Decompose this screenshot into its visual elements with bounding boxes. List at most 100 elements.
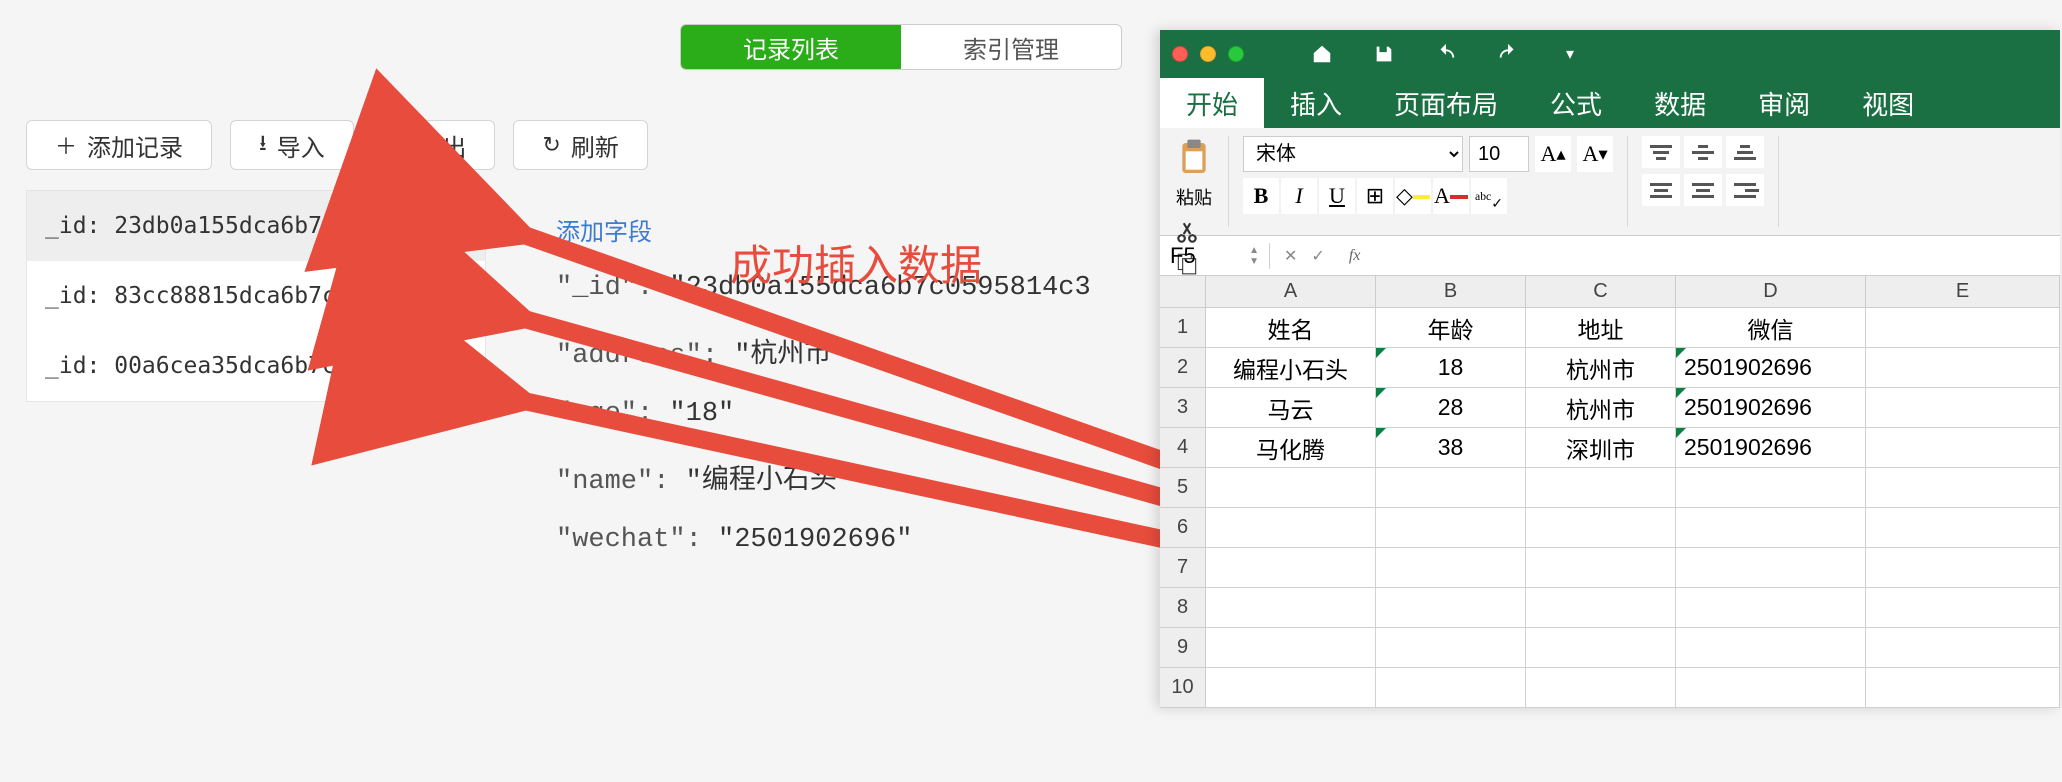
export-button[interactable]: ⭱导出 — [372, 120, 496, 170]
cell[interactable] — [1866, 428, 2060, 468]
cell[interactable] — [1866, 308, 2060, 348]
cell[interactable] — [1206, 508, 1376, 548]
cell[interactable]: 杭州市 — [1526, 388, 1676, 428]
align-center-button[interactable] — [1684, 174, 1722, 206]
ribbon-tab-home[interactable]: 开始 — [1160, 78, 1264, 128]
cell[interactable]: 马化腾 — [1206, 428, 1376, 468]
cell[interactable] — [1866, 388, 2060, 428]
row-header[interactable]: 10 — [1160, 668, 1206, 708]
font-color-button[interactable]: A — [1433, 178, 1469, 214]
cell[interactable] — [1526, 508, 1676, 548]
cell[interactable]: 深圳市 — [1526, 428, 1676, 468]
tab-records-list[interactable]: 记录列表 — [681, 25, 901, 69]
import-button[interactable]: ⭳导入 — [230, 120, 354, 170]
record-item[interactable]: _id: 83cc88815dca6b7c0598e3... — [27, 261, 485, 331]
row-header[interactable]: 5 — [1160, 468, 1206, 508]
cell[interactable]: 年龄 — [1376, 308, 1526, 348]
namebox-stepper[interactable]: ▲▼ — [1249, 245, 1259, 267]
save-icon[interactable] — [1368, 38, 1400, 70]
row-header[interactable]: 8 — [1160, 588, 1206, 628]
increase-font-icon[interactable]: A▴ — [1535, 136, 1571, 172]
add-record-button[interactable]: ＋添加记录 — [26, 120, 212, 170]
cell[interactable] — [1206, 668, 1376, 708]
cell[interactable] — [1866, 348, 2060, 388]
ribbon-tab-view[interactable]: 视图 — [1836, 78, 1940, 128]
cell[interactable] — [1526, 548, 1676, 588]
cell[interactable]: 28 — [1376, 388, 1526, 428]
cell[interactable] — [1376, 588, 1526, 628]
redo-icon[interactable] — [1492, 38, 1524, 70]
cell[interactable] — [1376, 628, 1526, 668]
column-header[interactable]: C — [1526, 276, 1676, 308]
ribbon-tab-review[interactable]: 审阅 — [1732, 78, 1836, 128]
cancel-formula-icon[interactable]: ✕ — [1284, 246, 1297, 266]
cell[interactable] — [1526, 588, 1676, 628]
row-header[interactable]: 9 — [1160, 628, 1206, 668]
undo-icon[interactable] — [1430, 38, 1462, 70]
row-header[interactable]: 2 — [1160, 348, 1206, 388]
cell[interactable]: 编程小石头 — [1206, 348, 1376, 388]
font-name-select[interactable]: 宋体 — [1243, 136, 1463, 172]
cell[interactable] — [1676, 508, 1866, 548]
column-header[interactable]: B — [1376, 276, 1526, 308]
cell[interactable] — [1866, 588, 2060, 628]
column-header[interactable]: A — [1206, 276, 1376, 308]
row-header[interactable]: 7 — [1160, 548, 1206, 588]
cell[interactable] — [1866, 468, 2060, 508]
ribbon-tab-layout[interactable]: 页面布局 — [1368, 78, 1524, 128]
record-item[interactable]: _id: 00a6cea35dca6b7c0596c8... — [27, 331, 485, 401]
row-header[interactable]: 6 — [1160, 508, 1206, 548]
cell[interactable] — [1526, 668, 1676, 708]
align-middle-button[interactable] — [1684, 136, 1722, 168]
cell[interactable]: 姓名 — [1206, 308, 1376, 348]
cell[interactable] — [1676, 548, 1866, 588]
paste-button[interactable]: 粘贴 — [1174, 136, 1214, 210]
underline-button[interactable]: U — [1319, 178, 1355, 214]
ribbon-tab-formula[interactable]: 公式 — [1524, 78, 1628, 128]
customize-qat-icon[interactable]: ▾ — [1554, 38, 1586, 70]
record-item[interactable]: _id: 23db0a155dca6b7c0595814... — [27, 191, 485, 261]
cell[interactable] — [1866, 548, 2060, 588]
spreadsheet-grid[interactable]: A B C D E 1 姓名 年龄 地址 微信 2 编程小石头 18 杭州市 2… — [1160, 276, 2060, 708]
cell[interactable]: 微信 — [1676, 308, 1866, 348]
row-header[interactable]: 3 — [1160, 388, 1206, 428]
cell[interactable]: 马云 — [1206, 388, 1376, 428]
cell[interactable]: 2501902696 — [1676, 388, 1866, 428]
cell[interactable] — [1526, 628, 1676, 668]
cell[interactable] — [1206, 628, 1376, 668]
ribbon-tab-data[interactable]: 数据 — [1628, 78, 1732, 128]
cell[interactable] — [1866, 508, 2060, 548]
align-top-button[interactable] — [1642, 136, 1680, 168]
align-right-button[interactable] — [1726, 174, 1764, 206]
fill-color-button[interactable]: ◇ — [1395, 178, 1431, 214]
window-zoom-button[interactable] — [1228, 46, 1244, 62]
refresh-button[interactable]: ↻刷新 — [513, 120, 647, 170]
cell[interactable]: 地址 — [1526, 308, 1676, 348]
cell[interactable] — [1676, 588, 1866, 628]
cell[interactable] — [1866, 668, 2060, 708]
cell[interactable]: 18 — [1376, 348, 1526, 388]
cell[interactable] — [1526, 468, 1676, 508]
font-size-input[interactable] — [1469, 136, 1529, 172]
cell[interactable]: 38 — [1376, 428, 1526, 468]
cell[interactable] — [1206, 548, 1376, 588]
select-all-corner[interactable] — [1160, 276, 1206, 308]
window-close-button[interactable] — [1172, 46, 1188, 62]
home-icon[interactable] — [1306, 38, 1338, 70]
border-button[interactable]: ⊞ — [1357, 178, 1393, 214]
row-header[interactable]: 4 — [1160, 428, 1206, 468]
ribbon-tab-insert[interactable]: 插入 — [1264, 78, 1368, 128]
cell[interactable] — [1206, 588, 1376, 628]
cell[interactable]: 2501902696 — [1676, 348, 1866, 388]
cell[interactable] — [1376, 468, 1526, 508]
name-box[interactable]: F5▲▼ — [1160, 243, 1270, 269]
column-header[interactable]: D — [1676, 276, 1866, 308]
decrease-font-icon[interactable]: A▾ — [1577, 136, 1613, 172]
bold-button[interactable]: B — [1243, 178, 1279, 214]
cell[interactable] — [1676, 468, 1866, 508]
row-header[interactable]: 1 — [1160, 308, 1206, 348]
cell[interactable] — [1376, 508, 1526, 548]
tab-index-manage[interactable]: 索引管理 — [901, 25, 1121, 69]
window-minimize-button[interactable] — [1200, 46, 1216, 62]
phonetic-button[interactable]: abc✓ — [1471, 178, 1507, 214]
